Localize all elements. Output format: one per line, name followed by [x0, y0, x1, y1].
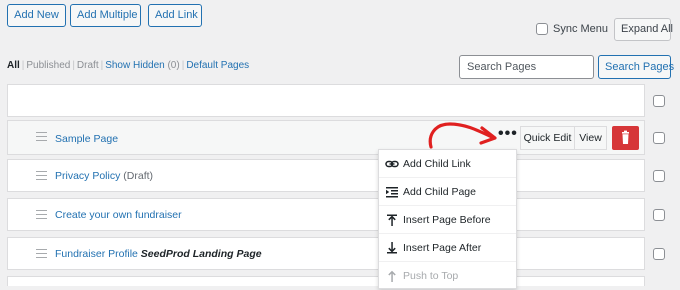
filter-show-hidden[interactable]: Show Hidden	[105, 60, 164, 71]
insert-after-icon	[387, 242, 397, 254]
menu-item-insert-after[interactable]: Insert Page After	[379, 234, 516, 262]
delete-button[interactable]	[612, 126, 639, 150]
push-top-icon	[388, 270, 396, 282]
row-checkbox[interactable]	[653, 248, 665, 260]
select-all-checkbox[interactable]	[653, 95, 665, 107]
hidden-count: (0)	[167, 60, 180, 71]
page-title-wrap: Privacy Policy (Draft)	[55, 170, 153, 182]
drag-handle-icon[interactable]	[36, 132, 47, 141]
page-title[interactable]: Privacy Policy	[55, 170, 120, 182]
page-row[interactable]: Fundraiser Profile SeedProd Landing Page	[7, 237, 645, 270]
more-options-icon[interactable]: •••	[498, 126, 518, 142]
filter-draft[interactable]: Draft	[77, 60, 99, 71]
annotation-arrow-icon	[428, 122, 497, 149]
add-multiple-button[interactable]: Add Multiple	[70, 4, 141, 27]
menu-item-label: Push to Top	[403, 270, 459, 282]
indent-icon	[386, 187, 398, 198]
add-new-button[interactable]: Add New	[7, 4, 66, 27]
drag-handle-icon[interactable]	[36, 171, 47, 180]
page-title-wrap: Fundraiser Profile SeedProd Landing Page	[55, 248, 262, 260]
drag-handle-icon[interactable]	[36, 249, 47, 258]
page-row[interactable]: Privacy Policy (Draft)	[7, 159, 645, 192]
search-pages-button[interactable]: Search Pages	[598, 55, 674, 79]
page-state: (Draft)	[123, 170, 154, 182]
menu-item-label: Add Child Link	[403, 158, 471, 170]
search-input[interactable]: Search Pages	[459, 55, 594, 79]
filter-default-pages[interactable]: Default Pages	[186, 60, 249, 71]
menu-item-add-child-page[interactable]: Add Child Page	[379, 178, 516, 206]
quick-edit-button[interactable]: Quick Edit	[520, 126, 575, 150]
row-checkbox[interactable]	[653, 132, 665, 144]
sync-menu-label: Sync Menu	[553, 23, 609, 35]
filter-published[interactable]: Published	[26, 60, 70, 71]
menu-item-push-to-top: Push to Top	[379, 262, 516, 290]
trash-icon	[622, 130, 629, 144]
menu-item-label: Insert Page After	[403, 242, 482, 254]
page-title[interactable]: Create your own fundraiser	[55, 209, 182, 221]
page-template-tag: SeedProd Landing Page	[140, 248, 262, 260]
filter-all[interactable]: All	[7, 60, 20, 71]
drag-handle-icon[interactable]	[36, 210, 47, 219]
expand-all-button[interactable]: Expand All	[614, 18, 673, 41]
add-link-button[interactable]: Add Link	[148, 4, 202, 27]
page-title[interactable]: Fundraiser Profile	[55, 248, 138, 260]
page-title[interactable]: Sample Page	[55, 133, 118, 145]
list-header	[7, 84, 645, 117]
insert-before-icon	[387, 214, 397, 226]
page-row[interactable]: Create your own fundraiser	[7, 198, 645, 231]
page-row	[7, 276, 645, 286]
menu-item-label: Add Child Page	[403, 186, 476, 198]
row-options-menu: Add Child Link Add Child Page Insert Pag…	[378, 149, 517, 289]
menu-item-label: Insert Page Before	[403, 214, 491, 226]
menu-item-insert-before[interactable]: Insert Page Before	[379, 206, 516, 234]
status-filters: All | Published | Draft | Show Hidden (0) | Defa…	[7, 60, 250, 71]
view-button[interactable]: View	[574, 126, 607, 150]
menu-item-add-child-link[interactable]: Add Child Link	[379, 150, 516, 178]
row-checkbox[interactable]	[653, 170, 665, 182]
row-checkbox[interactable]	[653, 209, 665, 221]
sync-menu-checkbox[interactable]	[536, 23, 548, 35]
link-icon	[385, 160, 399, 168]
